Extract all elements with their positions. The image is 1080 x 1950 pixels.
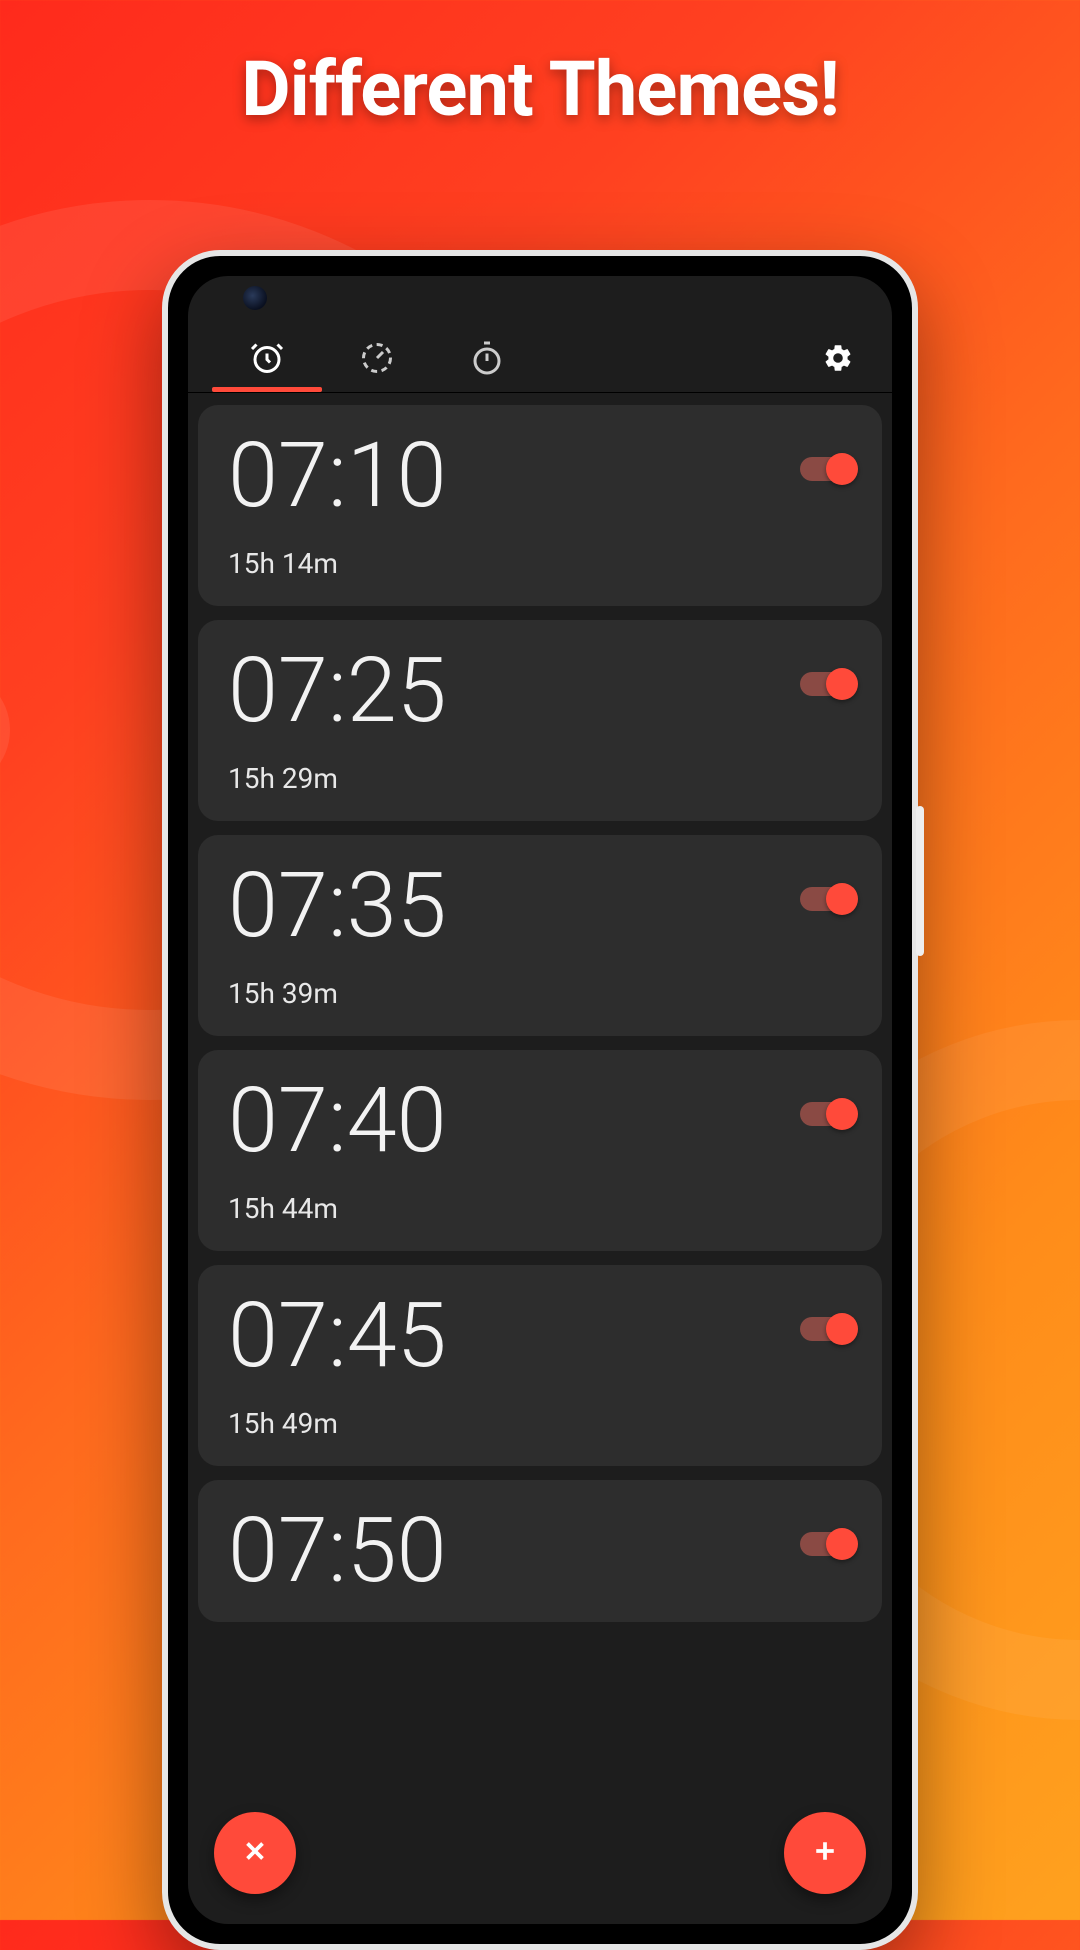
promo-headline: Different Themes! bbox=[0, 0, 1080, 134]
alarm-item[interactable]: 07:45 15h 49m bbox=[198, 1265, 882, 1466]
alarm-item[interactable]: 07:25 15h 29m bbox=[198, 620, 882, 821]
alarm-time: 07:45 bbox=[228, 1291, 447, 1381]
alarm-toggle[interactable] bbox=[800, 1317, 852, 1341]
app-screen: 07:10 15h 14m 07:25 15h 29m 07:35 15h 39… bbox=[188, 276, 892, 1924]
alarm-clock-icon bbox=[249, 340, 285, 380]
alarm-time: 07:35 bbox=[228, 861, 447, 951]
alarm-item[interactable]: 07:10 15h 14m bbox=[198, 405, 882, 606]
timer-icon bbox=[359, 340, 395, 380]
plus-icon bbox=[810, 1836, 840, 1870]
camera-lens bbox=[243, 286, 267, 310]
alarm-toggle[interactable] bbox=[800, 887, 852, 911]
alarm-item[interactable]: 07:40 15h 44m bbox=[198, 1050, 882, 1251]
alarm-time: 07:10 bbox=[228, 431, 447, 521]
alarm-time: 07:50 bbox=[228, 1506, 447, 1596]
alarm-remaining: 15h 49m bbox=[228, 1407, 447, 1440]
settings-button[interactable] bbox=[808, 342, 868, 378]
active-tab-indicator bbox=[212, 387, 322, 392]
alarm-toggle[interactable] bbox=[800, 457, 852, 481]
alarm-list: 07:10 15h 14m 07:25 15h 29m 07:35 15h 39… bbox=[188, 393, 892, 1924]
gear-icon bbox=[822, 342, 854, 378]
tab-alarm[interactable] bbox=[212, 330, 322, 390]
alarm-toggle[interactable] bbox=[800, 1102, 852, 1126]
alarm-remaining: 15h 39m bbox=[228, 977, 447, 1010]
stopwatch-icon bbox=[469, 340, 505, 380]
tab-stopwatch[interactable] bbox=[432, 330, 542, 390]
alarm-time: 07:25 bbox=[228, 646, 447, 736]
add-alarm-button[interactable] bbox=[784, 1812, 866, 1894]
close-icon bbox=[240, 1836, 270, 1870]
alarm-item[interactable]: 07:35 15h 39m bbox=[198, 835, 882, 1036]
alarm-toggle[interactable] bbox=[800, 672, 852, 696]
close-button[interactable] bbox=[214, 1812, 296, 1894]
tab-bar bbox=[188, 276, 892, 392]
tab-timer[interactable] bbox=[322, 330, 432, 390]
alarm-remaining: 15h 29m bbox=[228, 762, 447, 795]
alarm-remaining: 15h 14m bbox=[228, 547, 447, 580]
phone-frame: 07:10 15h 14m 07:25 15h 29m 07:35 15h 39… bbox=[162, 250, 918, 1950]
alarm-item[interactable]: 07:50 bbox=[198, 1480, 882, 1622]
alarm-remaining: 15h 44m bbox=[228, 1192, 447, 1225]
alarm-time: 07:40 bbox=[228, 1076, 447, 1166]
alarm-toggle[interactable] bbox=[800, 1532, 852, 1556]
